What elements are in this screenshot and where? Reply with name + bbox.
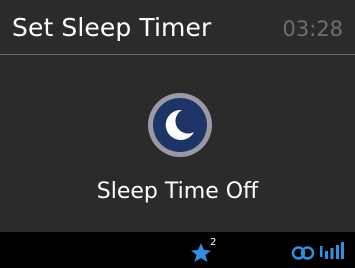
status-bar: 2 <box>0 232 355 268</box>
sleep-timer-screen: Set Sleep Timer 03:28 Sleep Time Off 2 <box>0 0 355 268</box>
title-bar: Set Sleep Timer 03:28 <box>0 0 355 55</box>
stereo-icon <box>291 245 315 260</box>
moon-icon <box>146 91 214 159</box>
signal-strength-icon <box>320 242 344 260</box>
favorite-count: 2 <box>210 237 217 248</box>
clock: 03:28 <box>282 17 343 41</box>
sleep-status-text: Sleep Time Off <box>96 179 259 204</box>
page-title: Set Sleep Timer <box>12 13 212 42</box>
sleep-timer-panel[interactable]: Sleep Time Off <box>0 55 355 232</box>
